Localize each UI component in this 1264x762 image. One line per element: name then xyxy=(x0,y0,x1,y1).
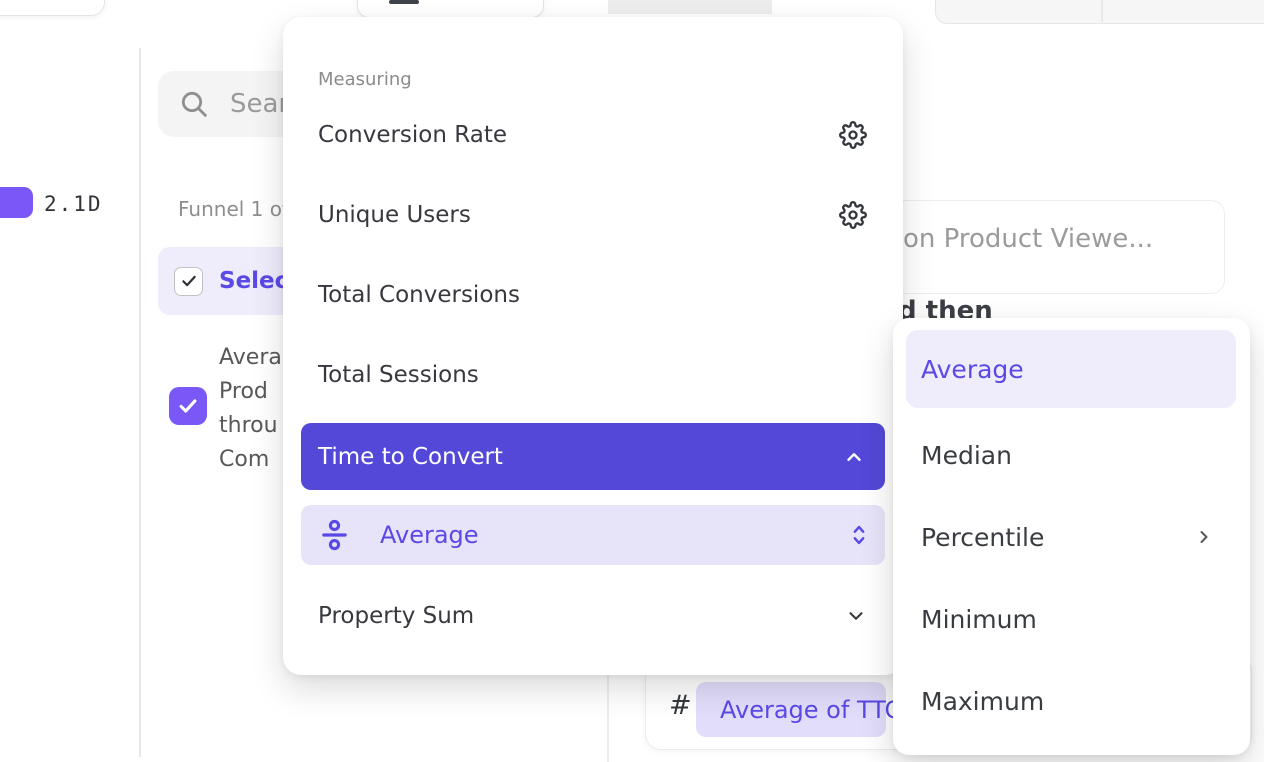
checkmark-icon xyxy=(180,272,198,290)
aggregation-item-label: Median xyxy=(921,441,1012,470)
search-icon xyxy=(178,88,210,120)
divide-icon xyxy=(321,519,348,551)
step-row-label: Selec xyxy=(219,268,288,294)
funnel-step-badge: 2.1D xyxy=(44,192,103,216)
left-pane-divider xyxy=(139,48,141,757)
chevron-up-icon xyxy=(843,446,865,468)
aggregation-item-label: Average xyxy=(921,355,1024,384)
menu-item-property-sum[interactable]: Property Sum xyxy=(283,577,903,655)
menu-item-time-to-convert[interactable]: Time to Convert xyxy=(301,423,885,490)
menu-subitem-average[interactable]: Average xyxy=(301,505,885,565)
toolbar-divider xyxy=(1101,0,1103,22)
aggregation-item-label: Percentile xyxy=(921,523,1044,552)
aggregation-item-label: Maximum xyxy=(921,687,1044,716)
menu-item-conversion-rate[interactable]: Conversion Rate xyxy=(283,95,903,175)
event-selector-label: on Product Viewe... xyxy=(903,224,1153,254)
metric-description: Avera Prod throu Com xyxy=(219,341,282,477)
measuring-menu: Measuring Conversion Rate Unique Users T… xyxy=(283,17,903,675)
search-placeholder: Sear xyxy=(230,89,289,119)
partial-card-top-left xyxy=(0,0,105,16)
menu-item-label: Total Sessions xyxy=(318,362,479,388)
aggregation-item-average[interactable]: Average xyxy=(906,330,1236,408)
description-line: Avera xyxy=(219,341,282,375)
chevron-down-icon xyxy=(845,605,867,627)
funnel-counter-label: Funnel 1 of xyxy=(178,197,289,221)
aggregation-item-percentile[interactable]: Percentile xyxy=(893,498,1250,576)
menu-item-label: Unique Users xyxy=(318,202,471,228)
description-line: Com xyxy=(219,443,282,477)
metric-selector-label: Average of TTC xyxy=(720,696,901,724)
metric-checkbox[interactable] xyxy=(169,387,207,425)
menu-item-label: Time to Convert xyxy=(318,444,503,470)
partial-gray-tab xyxy=(608,0,772,14)
menu-item-label: Conversion Rate xyxy=(318,122,507,148)
description-line: Prod xyxy=(219,375,282,409)
number-format-symbol: # xyxy=(669,690,692,721)
aggregation-item-minimum[interactable]: Minimum xyxy=(893,580,1250,658)
menu-title: Measuring xyxy=(318,69,412,90)
funnel-step-color-chip xyxy=(0,187,33,218)
menu-item-label: Property Sum xyxy=(318,603,474,629)
checkmark-icon xyxy=(177,395,199,417)
menu-item-total-conversions[interactable]: Total Conversions xyxy=(283,255,903,335)
aggregation-item-maximum[interactable]: Maximum xyxy=(893,662,1250,740)
partial-button-top-center[interactable] xyxy=(357,0,544,18)
gear-icon[interactable] xyxy=(839,201,867,229)
chevron-right-icon xyxy=(1194,527,1214,547)
step-checkbox[interactable] xyxy=(174,267,203,296)
aggregation-menu: Average Median Percentile Minimum Maximu… xyxy=(893,318,1250,755)
menu-item-unique-users[interactable]: Unique Users xyxy=(283,175,903,255)
description-line: throu xyxy=(219,409,282,443)
partial-dark-icon xyxy=(389,0,419,4)
funnel-builder-screen: 2.1D Sear Funnel 1 of Selec Avera Prod t… xyxy=(0,0,1264,762)
aggregation-item-median[interactable]: Median xyxy=(893,416,1250,494)
menu-item-total-sessions[interactable]: Total Sessions xyxy=(283,335,903,415)
menu-subitem-label: Average xyxy=(380,521,849,549)
chevron-updown-icon xyxy=(849,523,869,547)
menu-item-label: Total Conversions xyxy=(318,282,520,308)
aggregation-item-label: Minimum xyxy=(921,605,1037,634)
metric-selector-dropdown[interactable]: Average of TTC xyxy=(696,682,886,737)
partial-toolbar-top-right xyxy=(935,0,1264,24)
gear-icon[interactable] xyxy=(839,121,867,149)
